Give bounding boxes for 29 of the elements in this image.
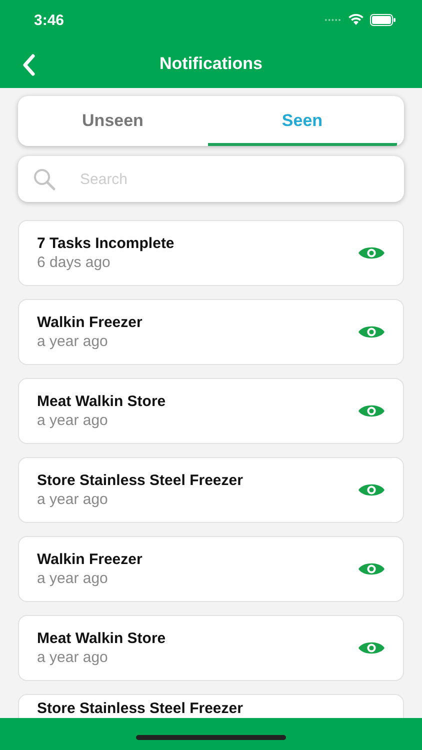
notification-time: a year ago <box>37 649 109 666</box>
notification-title: Store Stainless Steel Freezer <box>37 700 243 717</box>
search-icon <box>32 167 56 191</box>
notification-card[interactable]: Meat Walkin Store a year ago <box>18 615 404 681</box>
notification-title: Walkin Freezer <box>37 551 142 568</box>
notification-title: 7 Tasks Incomplete <box>37 235 174 252</box>
notification-card[interactable]: Store Stainless Steel Freezer a year ago <box>18 457 404 523</box>
notification-card[interactable]: Walkin Freezer a year ago <box>18 536 404 602</box>
header-title: Notifications <box>160 54 262 74</box>
notification-card[interactable]: Store Stainless Steel Freezer <box>18 694 404 718</box>
back-button[interactable] <box>20 52 38 78</box>
notification-card[interactable]: Meat Walkin Store a year ago <box>18 378 404 444</box>
notification-title: Meat Walkin Store <box>37 630 166 647</box>
wifi-icon <box>348 14 364 26</box>
tab[interactable]: Unseen <box>18 96 208 146</box>
notification-time: 6 days ago <box>37 254 112 271</box>
status-time: 3:46 <box>34 12 64 28</box>
notification-title: Meat Walkin Store <box>37 393 166 410</box>
signal-icon <box>324 18 342 22</box>
notification-time: a year ago <box>37 491 109 508</box>
notification-title: Walkin Freezer <box>37 314 142 331</box>
notification-time: a year ago <box>37 412 109 429</box>
back-icon <box>22 54 36 76</box>
notification-card[interactable]: 7 Tasks Incomplete 6 days ago <box>18 220 404 286</box>
battery-icon <box>370 14 396 26</box>
notification-card[interactable]: Walkin Freezer a year ago <box>18 299 404 365</box>
notification-time: a year ago <box>37 570 109 587</box>
notification-title: Store Stainless Steel Freezer <box>37 472 243 489</box>
notification-time: a year ago <box>37 333 109 350</box>
